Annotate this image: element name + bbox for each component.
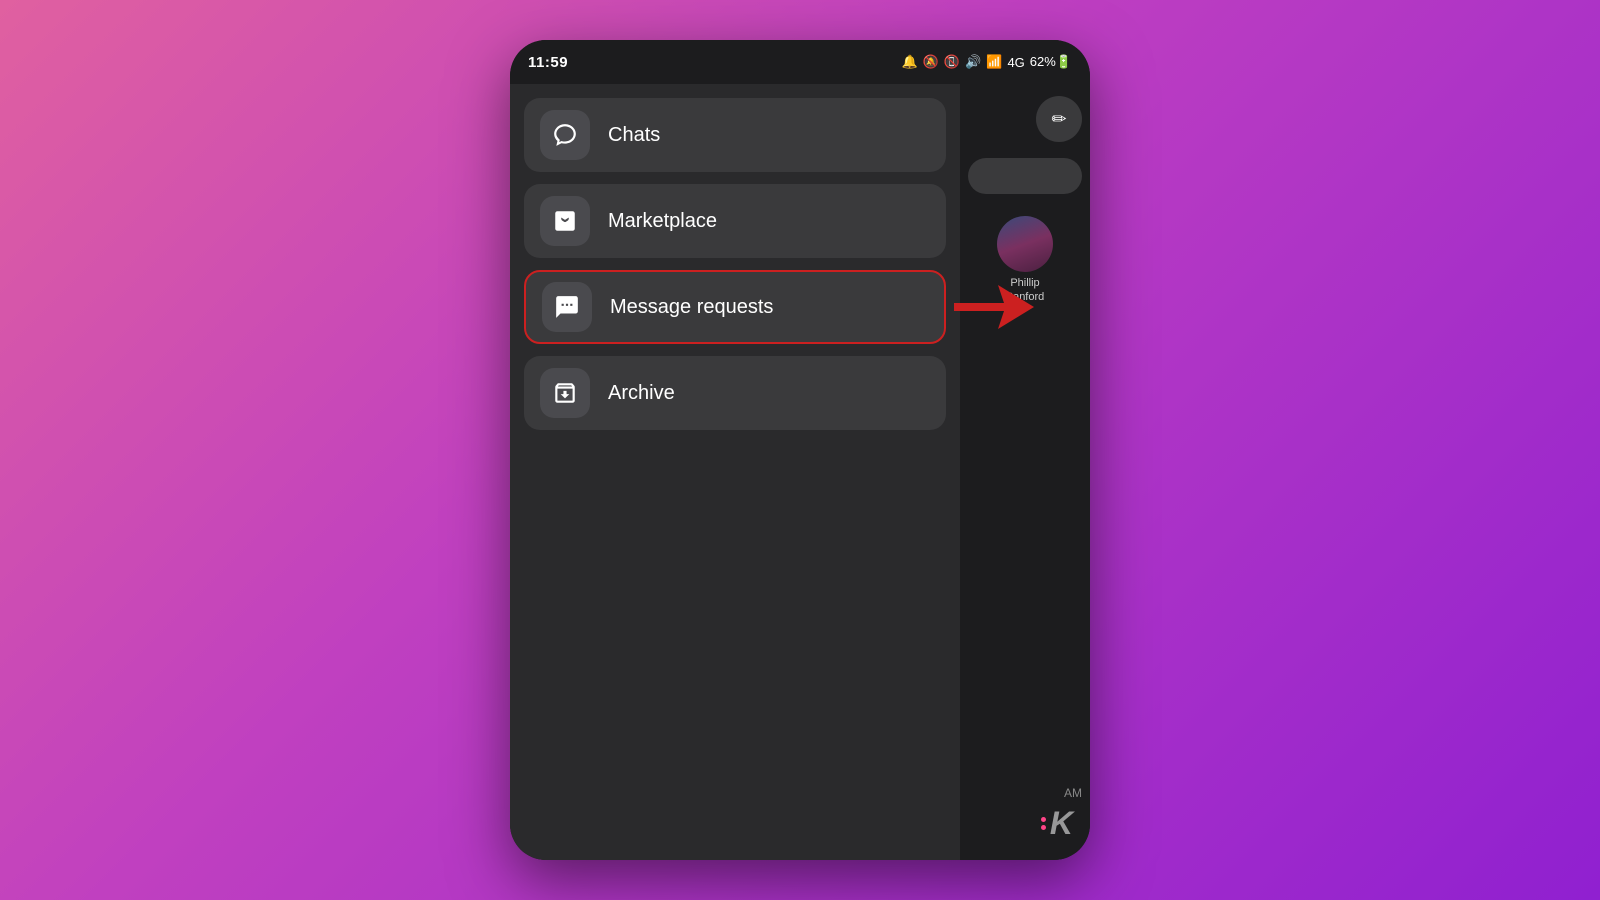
avatar-photo xyxy=(997,216,1053,272)
phone-container: 11:59 🔔 🔕 📵 🔊 📶 4G 62%🔋 ✏ PhillipSanford xyxy=(510,40,1090,860)
chat-bubble-icon xyxy=(552,122,578,148)
status-icons: 🔔 🔕 📵 🔊 📶 4G 62%🔋 xyxy=(902,54,1073,70)
menu-item-chats[interactable]: Chats xyxy=(524,98,946,172)
menu-item-archive[interactable]: Archive xyxy=(524,356,946,430)
status-time: 11:59 xyxy=(528,54,568,71)
clock-icon: 📵 xyxy=(944,54,960,70)
watermark-dots xyxy=(1041,817,1046,830)
pencil-icon: ✏ xyxy=(1051,109,1066,130)
archive-icon xyxy=(552,380,578,406)
message-requests-icon-box xyxy=(542,282,592,332)
menu-item-marketplace[interactable]: Marketplace xyxy=(524,184,946,258)
compose-button[interactable]: ✏ xyxy=(1036,96,1082,142)
wifi-icon: 📶 xyxy=(986,54,1002,70)
alarm-icon: 🔊 xyxy=(965,54,981,70)
main-panel: Chats Marketplace xyxy=(510,84,960,860)
chats-label: Chats xyxy=(608,124,660,147)
avatar-circle xyxy=(997,216,1053,272)
marketplace-label: Marketplace xyxy=(608,210,717,233)
archive-icon-box xyxy=(540,368,590,418)
person-icon: 🔔 xyxy=(902,54,918,70)
search-bar[interactable] xyxy=(968,158,1082,194)
right-panel: ✏ PhillipSanford AM xyxy=(960,84,1090,860)
menu-item-message-requests[interactable]: Message requests xyxy=(524,270,946,344)
chats-icon-box xyxy=(540,110,590,160)
status-bar: 11:59 🔔 🔕 📵 🔊 📶 4G 62%🔋 xyxy=(510,40,1090,84)
message-requests-label: Message requests xyxy=(610,296,773,319)
battery-icon: 62%🔋 xyxy=(1030,54,1072,70)
image-icon: 🔕 xyxy=(923,54,939,70)
signal-icon: 4G xyxy=(1007,55,1024,70)
marketplace-icon-box xyxy=(540,196,590,246)
red-arrow-icon xyxy=(954,285,1034,329)
message-dots-icon xyxy=(554,294,580,320)
shop-icon xyxy=(552,208,578,234)
time-label: AM xyxy=(1064,786,1082,800)
watermark: K xyxy=(1041,805,1072,842)
watermark-k: K xyxy=(1050,805,1072,842)
phone-body: ✏ PhillipSanford AM Chats xyxy=(510,84,1090,860)
archive-label: Archive xyxy=(608,382,675,405)
